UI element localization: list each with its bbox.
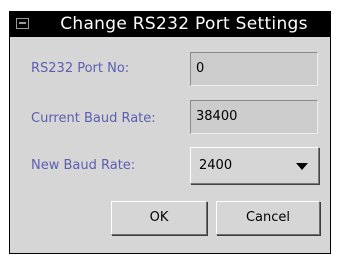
ok-button[interactable]: OK	[111, 201, 207, 235]
new-baud-value: 2400	[199, 158, 233, 173]
port-no-label: RS232 Port No:	[31, 61, 130, 76]
port-settings-dialog: Change RS232 Port Settings RS232 Port No…	[9, 11, 331, 254]
chevron-down-icon	[296, 163, 308, 170]
dialog-title: Change RS232 Port Settings	[60, 14, 308, 34]
cancel-button[interactable]: Cancel	[216, 201, 320, 235]
current-baud-label: Current Baud Rate:	[31, 111, 156, 126]
port-no-field: 0	[190, 52, 318, 86]
window-menu-bar	[19, 22, 26, 24]
window-menu-icon[interactable]	[16, 18, 29, 29]
title-bar: Change RS232 Port Settings	[10, 12, 330, 37]
current-baud-field: 38400	[190, 100, 318, 134]
new-baud-select[interactable]: 2400	[190, 147, 319, 184]
new-baud-label: New Baud Rate:	[31, 158, 136, 173]
